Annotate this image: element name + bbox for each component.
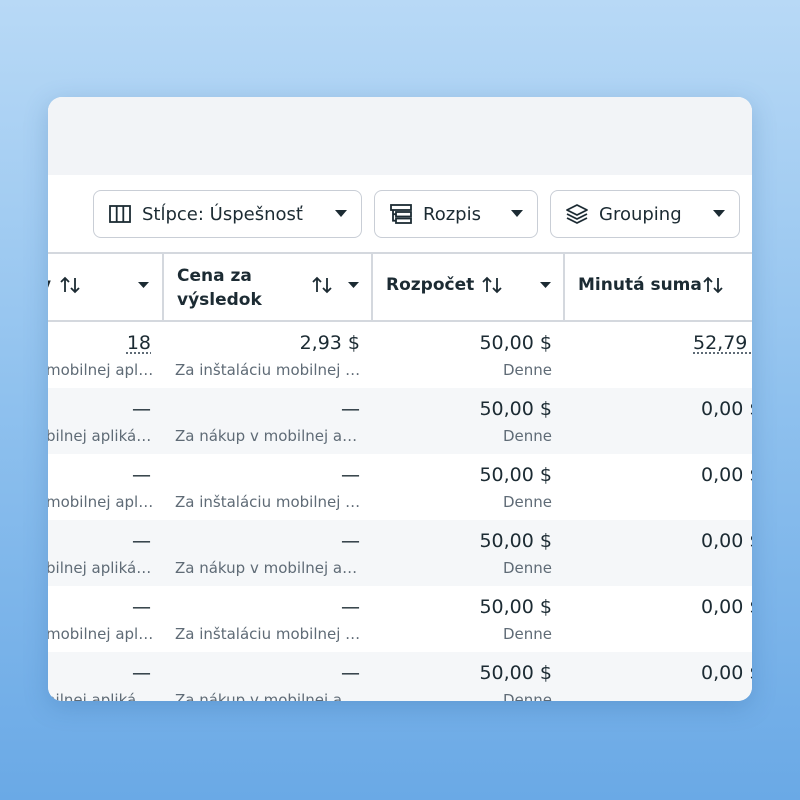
column-header-spent-label: Minutá suma [578,275,702,295]
cost-per-result-type: Za inštaláciu mobilnej … [175,625,361,643]
table-row[interactable]: — mobilnej apl… — Za inštaláciu mobilnej… [48,586,752,652]
results-value: — [132,530,151,552]
results-value: — [132,464,151,486]
results-value: — [132,662,151,684]
grouping-button[interactable]: Grouping [550,190,740,238]
budget-value: 50,00 $ [479,530,552,552]
column-header-cost-per-result[interactable]: Cena za výsledok [164,254,371,320]
sort-arrows-icon[interactable] [60,276,82,294]
caret-down-icon[interactable] [540,282,551,289]
budget-value: 50,00 $ [479,398,552,420]
cost-per-result-type: Za nákup v mobilnej a… [175,559,358,577]
column-header-cost-line1: Cena za [177,266,252,286]
cost-per-result-type: Za nákup v mobilnej a… [175,427,358,445]
table-row[interactable]: — mobilnej apl… — Za inštaláciu mobilnej… [48,454,752,520]
results-type: bilnej apliká… [48,427,152,445]
budget-value: 50,00 $ [479,596,552,618]
layers-icon [566,204,588,224]
results-value: — [132,596,151,618]
sort-arrows-icon[interactable] [482,276,504,294]
caret-down-icon [335,210,347,217]
column-header-amount-spent[interactable]: Minutá suma [565,254,752,320]
cost-per-result-value: — [341,464,360,486]
results-type: bilnej apliká… [48,559,152,577]
budget-value: 50,00 $ [479,332,552,354]
columns-button[interactable]: Stĺpce: Úspešnosť [93,190,362,238]
sort-arrows-icon[interactable] [703,276,725,294]
results-type: mobilnej apl… [48,493,154,511]
breakdown-button-label: Rozpis [423,203,481,225]
budget-value: 50,00 $ [479,464,552,486]
amount-spent-value: 0,00 $ [701,464,752,486]
grouping-button-label: Grouping [599,203,682,225]
cost-per-result-type: Za inštaláciu mobilnej … [175,493,361,511]
ads-table-card: Stĺpce: Úspešnosť Rozpis Grouping y [48,97,752,701]
caret-down-icon [713,210,725,217]
column-header-results[interactable]: y [48,254,162,320]
amount-spent-value: 0,00 $ [701,596,752,618]
table-row[interactable]: — bilnej apliká… — Za nákup v mobilnej a… [48,652,752,701]
budget-period: Denne [502,493,552,511]
breakdown-button[interactable]: Rozpis [374,190,538,238]
amount-spent-value: 0,00 $ [701,530,752,552]
column-header-results-label: y [48,275,51,295]
budget-period: Denne [502,625,552,643]
table-row[interactable]: — bilnej apliká… — Za nákup v mobilnej a… [48,520,752,586]
cost-per-result-value: — [341,530,360,552]
amount-spent-value: 0,00 $ [701,398,752,420]
results-value: — [132,398,151,420]
budget-period: Denne [502,691,552,701]
amount-spent-value: 52,79 $ [693,332,752,354]
cost-per-result-value: — [341,662,360,684]
caret-down-icon[interactable] [348,282,359,289]
budget-period: Denne [502,361,552,379]
results-type: bilnej apliká… [48,691,152,701]
card-header-area [48,97,752,175]
table-row[interactable]: 18 mobilnej apl… 2,93 $ Za inštaláciu mo… [48,322,752,388]
cost-per-result-value: — [341,596,360,618]
results-type: mobilnej apl… [48,625,154,643]
columns-button-label: Stĺpce: Úspešnosť [142,203,303,225]
budget-period: Denne [502,559,552,577]
cost-per-result-type: Za nákup v mobilnej a… [175,691,358,701]
budget-value: 50,00 $ [479,662,552,684]
amount-spent-value: 0,00 $ [701,662,752,684]
cost-per-result-value: — [341,398,360,420]
breakdown-icon [390,204,412,224]
column-header-cost-line2: výsledok [177,290,262,310]
column-header-budget[interactable]: Rozpočet [373,254,563,320]
column-header-budget-label: Rozpočet [386,275,475,295]
results-value[interactable]: 18 [127,332,151,354]
cost-per-result-type: Za inštaláciu mobilnej … [175,361,361,379]
table-row[interactable]: — bilnej apliká… — Za nákup v mobilnej a… [48,388,752,454]
caret-down-icon [511,210,523,217]
budget-period: Denne [502,427,552,445]
cost-per-result-value: 2,93 $ [299,332,360,354]
caret-down-icon[interactable] [138,282,149,289]
sort-arrows-icon[interactable] [312,276,334,294]
results-type: mobilnej apl… [48,361,154,379]
columns-icon [109,205,131,223]
